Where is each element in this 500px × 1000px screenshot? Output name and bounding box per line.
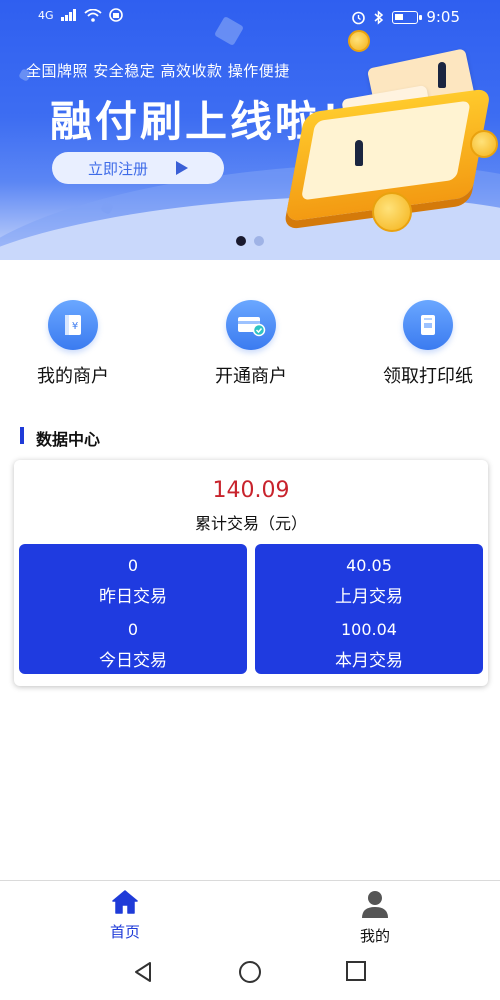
stats-box-monthly: 40.05 上月交易 100.04 本月交易 <box>255 544 483 674</box>
stat-value: 0 <box>127 620 139 639</box>
action-label: 我的商户 <box>37 366 109 387</box>
stat-value: 0 <box>127 556 139 575</box>
register-button[interactable]: 立即注册 <box>52 152 224 184</box>
person-figure <box>438 62 446 88</box>
action-open-merchant[interactable]: 开通商户 <box>206 300 296 388</box>
tab-label: 我的 <box>359 927 390 945</box>
coin-icon <box>372 192 412 232</box>
ledger-icon: ¥ <box>48 300 98 350</box>
printer-paper-icon <box>403 300 453 350</box>
clock: 9:05 <box>426 8 460 26</box>
stat-value: 100.04 <box>341 620 397 639</box>
card-check-icon <box>226 300 276 350</box>
carousel-dot[interactable] <box>254 236 264 246</box>
signal-icon <box>60 9 76 21</box>
network-type: 4G <box>38 8 54 22</box>
home-circle-icon[interactable] <box>238 960 262 984</box>
stat-label: 今日交易 <box>99 651 167 671</box>
section-title: 数据中心 <box>36 430 101 449</box>
system-nav-bar <box>0 948 500 1000</box>
action-get-print-paper[interactable]: 领取打印纸 <box>374 300 482 388</box>
play-arrow-icon <box>176 161 188 175</box>
stat-this-month[interactable]: 100.04 本月交易 <box>255 620 483 671</box>
recents-icon[interactable] <box>345 960 367 982</box>
bottom-tab-bar: 首页 我的 <box>0 880 500 948</box>
coin-icon <box>470 130 498 158</box>
stat-last-month[interactable]: 40.05 上月交易 <box>255 556 483 607</box>
register-button-label: 立即注册 <box>87 159 148 178</box>
svg-text:¥: ¥ <box>72 321 78 332</box>
bluetooth-icon <box>374 9 384 25</box>
user-icon <box>362 891 388 918</box>
carousel-indicator <box>0 236 500 246</box>
stat-yesterday[interactable]: 0 昨日交易 <box>19 556 247 607</box>
stat-value: 40.05 <box>346 556 392 575</box>
stat-label: 昨日交易 <box>99 587 167 607</box>
stat-label: 本月交易 <box>335 651 403 671</box>
battery-icon <box>392 10 423 24</box>
back-icon[interactable] <box>132 960 154 984</box>
total-amount: 140.09 <box>212 478 290 503</box>
home-icon <box>112 890 138 914</box>
tab-label: 首页 <box>109 923 140 941</box>
stat-today[interactable]: 0 今日交易 <box>19 620 247 671</box>
action-label: 开通商户 <box>215 366 287 387</box>
coin-icon <box>348 30 370 52</box>
person-figure <box>355 140 363 166</box>
status-bar: 4G 9:05 <box>0 0 500 34</box>
quick-actions: ¥ 我的商户 开通商户 领取打印纸 <box>0 300 500 390</box>
data-card: 140.09 累计交易（元） 0 昨日交易 0 今日交易 40.05 上月交易 … <box>14 460 488 686</box>
tab-home[interactable]: 首页 <box>85 889 165 942</box>
stats-box-daily: 0 昨日交易 0 今日交易 <box>19 544 247 674</box>
promo-banner[interactable]: 4G 9:05 全国牌照 安全稳定 高效收款 操作便捷 融付刷上线啦！ 立即注册 <box>0 0 500 260</box>
alarm-icon <box>352 11 366 24</box>
action-label: 领取打印纸 <box>383 366 473 387</box>
carousel-dot-active[interactable] <box>236 236 246 246</box>
banner-tagline: 全国牌照 安全稳定 高效收款 操作便捷 <box>26 62 290 80</box>
shield-icon <box>108 8 123 22</box>
stat-label: 上月交易 <box>335 587 403 607</box>
total-amount-label: 累计交易（元） <box>194 514 307 533</box>
section-accent-bar <box>20 427 24 444</box>
action-my-merchants[interactable]: ¥ 我的商户 <box>30 300 116 388</box>
wifi-icon <box>83 8 102 22</box>
tab-mine[interactable]: 我的 <box>335 889 415 946</box>
